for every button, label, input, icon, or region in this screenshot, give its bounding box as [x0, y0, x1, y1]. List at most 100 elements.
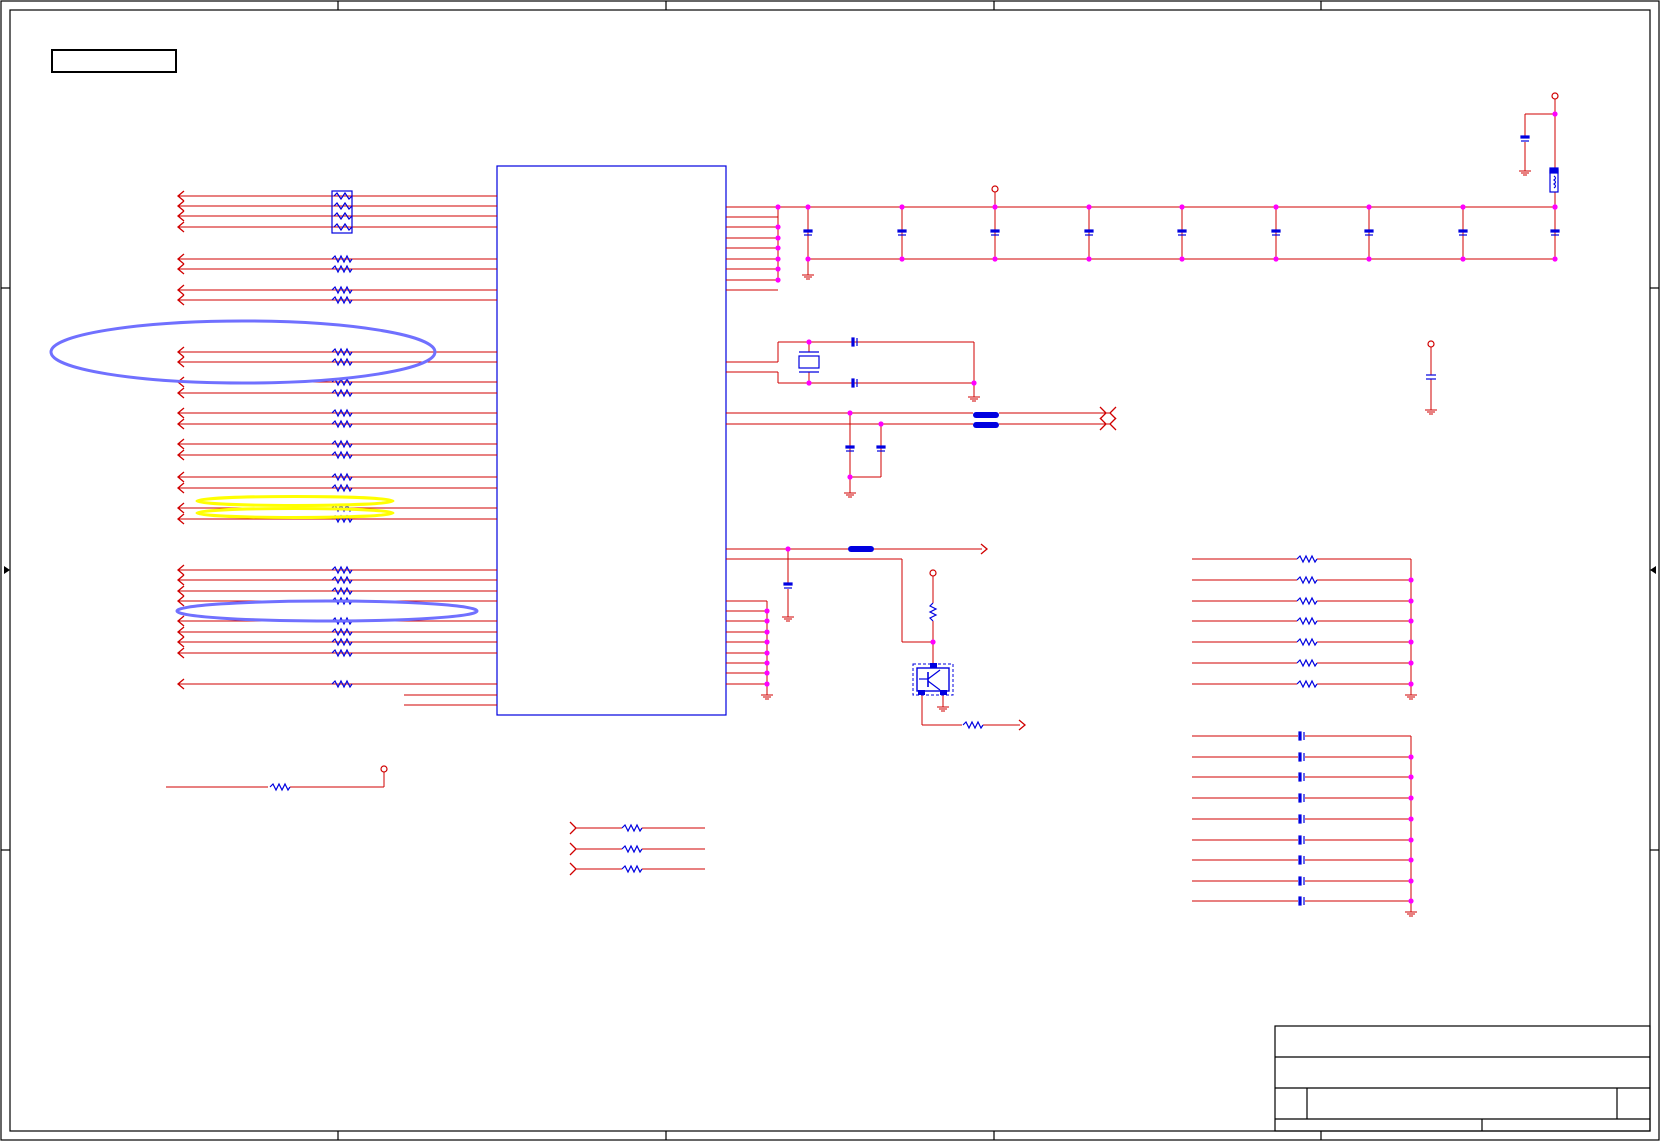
inductor[interactable]: [1549, 167, 1559, 193]
title-block: [1274, 1025, 1651, 1132]
junction-dot: [785, 546, 791, 552]
capacitor[interactable]: [1520, 135, 1530, 139]
junction-dots: [764, 111, 1558, 904]
resistor[interactable]: [1296, 658, 1318, 668]
junction-dot: [1408, 898, 1414, 904]
capacitor[interactable]: [1298, 793, 1302, 803]
resistor[interactable]: [1296, 616, 1318, 626]
capacitor[interactable]: [1458, 229, 1468, 233]
junction-dot: [775, 224, 781, 230]
power-pins: [380, 92, 1559, 773]
capacitor[interactable]: [783, 582, 793, 586]
junction-dot: [1408, 837, 1414, 843]
resistor[interactable]: [621, 844, 643, 854]
junction-dot: [775, 235, 781, 241]
junction-dot: [1408, 577, 1414, 583]
capacitor[interactable]: [851, 378, 855, 388]
junction-dot: [805, 256, 811, 262]
resistor[interactable]: [962, 720, 984, 730]
junction-dot: [930, 639, 936, 645]
resistor[interactable]: [621, 864, 643, 874]
net-arrow: [1109, 406, 1117, 420]
title-label-box: [51, 49, 177, 73]
junction-dot: [775, 277, 781, 283]
capacitor[interactable]: [1298, 731, 1302, 741]
ferrite-bead[interactable]: [973, 422, 999, 428]
junction-dot: [1408, 878, 1414, 884]
resistor[interactable]: [1296, 637, 1318, 647]
power-pin-icon: [1427, 340, 1435, 348]
junction-dot: [992, 204, 998, 210]
capacitor[interactable]: [1298, 855, 1302, 865]
junction-dot: [764, 608, 770, 614]
junction-dot: [775, 266, 781, 272]
resistor[interactable]: [928, 602, 938, 622]
junction-dot: [992, 256, 998, 262]
junction-dot: [764, 660, 770, 666]
junction-dot: [1408, 857, 1414, 863]
junction-dot: [899, 256, 905, 262]
components: [269, 135, 1560, 906]
junction-dot: [847, 410, 853, 416]
capacitor[interactable]: [1364, 229, 1374, 233]
ferrite-bead[interactable]: [973, 412, 999, 418]
power-pin-icon: [1551, 92, 1559, 100]
highlight-ellipse-yellow: [195, 495, 395, 507]
capacitor[interactable]: [1084, 229, 1094, 233]
junction-dot: [847, 474, 853, 480]
junction-dot: [1408, 754, 1414, 760]
ferrite-bead[interactable]: [848, 546, 874, 552]
net-arrows: [176, 190, 1117, 876]
capacitor[interactable]: [845, 445, 855, 449]
junction-dot: [878, 421, 884, 427]
capacitor[interactable]: [897, 229, 907, 233]
capacitor[interactable]: [1298, 876, 1302, 886]
junction-dot: [1552, 256, 1558, 262]
capacitor[interactable]: [990, 229, 1000, 233]
capacitor[interactable]: [803, 229, 813, 233]
capacitor[interactable]: [1298, 835, 1302, 845]
resistor[interactable]: [621, 823, 643, 833]
capacitor[interactable]: [1177, 229, 1187, 233]
schematic-canvas: [0, 0, 1660, 1141]
net-arrow: [569, 821, 577, 835]
junction-dot: [1408, 681, 1414, 687]
junction-dot: [775, 245, 781, 251]
schematic-sheet: [0, 0, 1660, 1141]
resistor[interactable]: [1296, 679, 1318, 689]
junction-dot: [1179, 256, 1185, 262]
junction-dot: [1273, 256, 1279, 262]
capacitor[interactable]: [1298, 752, 1302, 762]
capacitor[interactable]: [1298, 772, 1302, 782]
capacitor[interactable]: [1298, 896, 1302, 906]
crystal[interactable]: [798, 355, 820, 369]
capacitor[interactable]: [851, 337, 855, 347]
ground-symbols: [761, 166, 1531, 917]
junction-dot: [971, 380, 977, 386]
main-ic[interactable]: [496, 165, 727, 716]
junction-dot: [764, 650, 770, 656]
resistor[interactable]: [1296, 596, 1318, 606]
junction-dot: [1408, 816, 1414, 822]
junction-dot: [1086, 256, 1092, 262]
junction-dot: [1552, 204, 1558, 210]
resistor[interactable]: [1296, 554, 1318, 564]
net-arrow: [569, 842, 577, 856]
junction-dot: [764, 618, 770, 624]
power-pin-icon: [991, 185, 999, 193]
transistor[interactable]: [912, 663, 954, 696]
junction-dot: [1408, 660, 1414, 666]
capacitor[interactable]: [876, 445, 886, 449]
capacitor[interactable]: [1550, 229, 1560, 233]
resistor[interactable]: [1296, 575, 1318, 585]
junction-dot: [1366, 256, 1372, 262]
capacitor[interactable]: [1271, 229, 1281, 233]
junction-dot: [805, 204, 811, 210]
junction-dot: [764, 639, 770, 645]
capacitor[interactable]: [1298, 814, 1302, 824]
resistor[interactable]: [269, 782, 291, 792]
junction-dot: [1408, 639, 1414, 645]
junction-dot: [1552, 111, 1558, 117]
power-pin-icon: [929, 569, 937, 577]
junction-dot: [1366, 204, 1372, 210]
